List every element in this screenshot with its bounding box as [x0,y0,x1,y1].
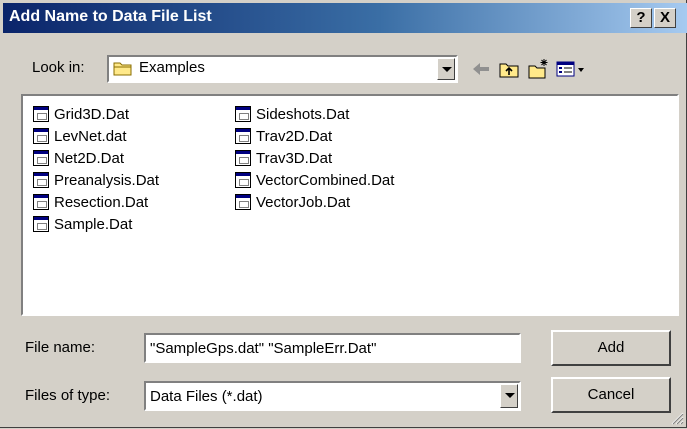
look-in-dropdown[interactable]: Examples [107,55,458,83]
data-file-icon [235,194,251,210]
help-button[interactable]: ? [630,8,652,28]
file-item[interactable]: Resection.Dat [33,192,148,212]
file-name: Trav2D.Dat [256,127,333,145]
file-name-value: "SampleGps.dat" "SampleErr.Dat" [150,340,377,357]
look-in-value: Examples [139,59,205,76]
file-name: VectorCombined.Dat [256,171,395,189]
folder-icon [113,60,133,77]
file-name: Trav3D.Dat [256,149,333,167]
add-button[interactable]: Add [551,330,671,366]
title-bar[interactable]: Add Name to Data File List ? X [3,3,687,33]
look-in-label: Look in: [32,59,85,76]
data-file-icon [33,150,49,166]
file-item[interactable]: Sample.Dat [33,214,132,234]
add-name-dialog: Add Name to Data File List ? X Look in: … [0,0,687,428]
file-name-label: File name: [25,339,96,356]
back-arrow-icon[interactable] [470,58,492,80]
file-item[interactable]: Sideshots.Dat [235,104,349,124]
file-name-input[interactable]: "SampleGps.dat" "SampleErr.Dat" [144,333,521,363]
view-menu-icon[interactable] [556,58,588,80]
file-name: Sideshots.Dat [256,105,350,123]
file-name: VectorJob.Dat [256,193,351,211]
data-file-icon [33,106,49,122]
file-item[interactable]: Net2D.Dat [33,148,124,168]
file-type-dropdown[interactable]: Data Files (*.dat) [144,381,521,411]
file-item[interactable]: Trav3D.Dat [235,148,332,168]
file-name: Preanalysis.Dat [54,171,160,189]
file-item[interactable]: Grid3D.Dat [33,104,129,124]
file-name: LevNet.dat [54,127,127,145]
data-file-icon [33,172,49,188]
data-file-icon [235,172,251,188]
up-folder-icon[interactable] [498,58,520,80]
resize-grip-icon[interactable] [670,411,684,425]
file-name: Sample.Dat [54,215,133,233]
data-file-icon [33,128,49,144]
close-button[interactable]: X [654,8,676,28]
cancel-button[interactable]: Cancel [551,377,671,413]
file-item[interactable]: Preanalysis.Dat [33,170,159,190]
data-file-icon [33,194,49,210]
chevron-down-icon[interactable] [437,58,455,80]
new-folder-icon[interactable] [527,58,549,80]
chevron-down-icon[interactable] [500,384,518,408]
data-file-icon [235,150,251,166]
file-name: Resection.Dat [54,193,149,211]
file-type-value: Data Files (*.dat) [150,388,263,405]
file-item[interactable]: LevNet.dat [33,126,127,146]
file-item[interactable]: VectorJob.Dat [235,192,350,212]
data-file-icon [33,216,49,232]
files-of-type-label: Files of type: [25,387,111,404]
file-list[interactable]: Grid3D.Dat LevNet.dat Net2D.Dat Preanaly… [21,94,679,316]
file-item[interactable]: Trav2D.Dat [235,126,332,146]
data-file-icon [235,128,251,144]
file-item[interactable]: VectorCombined.Dat [235,170,394,190]
file-name: Net2D.Dat [54,149,125,167]
window-title: Add Name to Data File List [9,8,212,25]
file-name: Grid3D.Dat [54,105,130,123]
data-file-icon [235,106,251,122]
